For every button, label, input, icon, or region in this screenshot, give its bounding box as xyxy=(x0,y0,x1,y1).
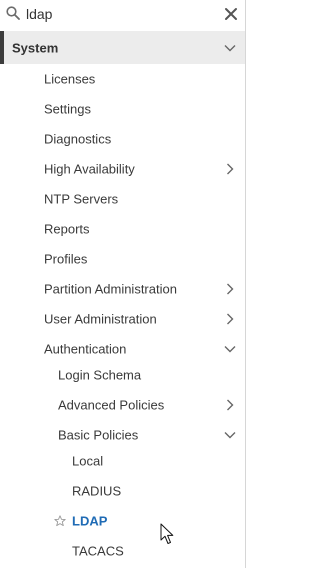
nav-item-tacacs[interactable]: TACACS xyxy=(0,536,245,566)
nav-item-user-administration[interactable]: User Administration xyxy=(0,304,245,334)
chevron-right-icon[interactable] xyxy=(223,398,237,412)
chevron-down-icon[interactable] xyxy=(223,428,237,442)
selection-accent-bar xyxy=(0,31,4,64)
nav-item-label: NTP Servers xyxy=(44,191,119,207)
nav-item-label: Profiles xyxy=(44,251,88,267)
nav-item-label: Partition Administration xyxy=(44,281,177,297)
nav-item-label: Login Schema xyxy=(58,367,142,383)
nav-item-diagnostics[interactable]: Diagnostics xyxy=(0,124,245,154)
nav-item-reports[interactable]: Reports xyxy=(0,214,245,244)
nav-item-label: Basic Policies xyxy=(58,427,139,443)
nav-item-label: Diagnostics xyxy=(44,131,112,147)
nav-item-settings[interactable]: Settings xyxy=(0,94,245,124)
nav-item-local[interactable]: Local xyxy=(0,446,245,476)
nav-item-label: Local xyxy=(72,453,104,469)
nav-item-label: Licenses xyxy=(44,71,96,87)
star-outline-icon[interactable] xyxy=(54,515,66,527)
nav-item-label: User Administration xyxy=(44,311,157,327)
chevron-down-icon[interactable] xyxy=(223,342,237,356)
search-bar xyxy=(0,0,245,31)
search-icon xyxy=(6,6,20,20)
nav-item-label: High Availability xyxy=(44,161,135,177)
nav-item-licenses[interactable]: Licenses xyxy=(0,64,245,94)
nav-item-label: Reports xyxy=(44,221,90,237)
chevron-down-icon[interactable] xyxy=(223,41,237,55)
nav-item-label: LDAP xyxy=(72,513,108,529)
nav-item-partition-administration[interactable]: Partition Administration xyxy=(0,274,245,304)
chevron-right-icon[interactable] xyxy=(223,312,237,326)
nav-item-label: Settings xyxy=(44,101,91,117)
chevron-right-icon[interactable] xyxy=(223,162,237,176)
nav-item-profiles[interactable]: Profiles xyxy=(0,244,245,274)
nav-item-label: RADIUS xyxy=(72,483,122,499)
nav-item-ldap[interactable]: LDAP xyxy=(0,506,245,536)
search-input[interactable] xyxy=(26,4,216,24)
nav-item-label: Authentication xyxy=(44,341,127,357)
nav-item-advanced-policies[interactable]: Advanced Policies xyxy=(0,390,245,420)
nav-item-label: Advanced Policies xyxy=(58,397,165,413)
nav-item-system[interactable]: System xyxy=(0,31,245,64)
nav-item-login-schema[interactable]: Login Schema xyxy=(0,360,245,390)
close-icon[interactable] xyxy=(224,7,238,21)
nav-item-label: TACACS xyxy=(72,543,124,559)
nav-item-high-availability[interactable]: High Availability xyxy=(0,154,245,184)
navigation-panel: System Licenses Settings Diagnostics Hig… xyxy=(0,0,246,568)
nav-item-label: System xyxy=(12,40,59,55)
chevron-right-icon[interactable] xyxy=(223,282,237,296)
nav-item-ntp-servers[interactable]: NTP Servers xyxy=(0,184,245,214)
nav-item-radius[interactable]: RADIUS xyxy=(0,476,245,506)
